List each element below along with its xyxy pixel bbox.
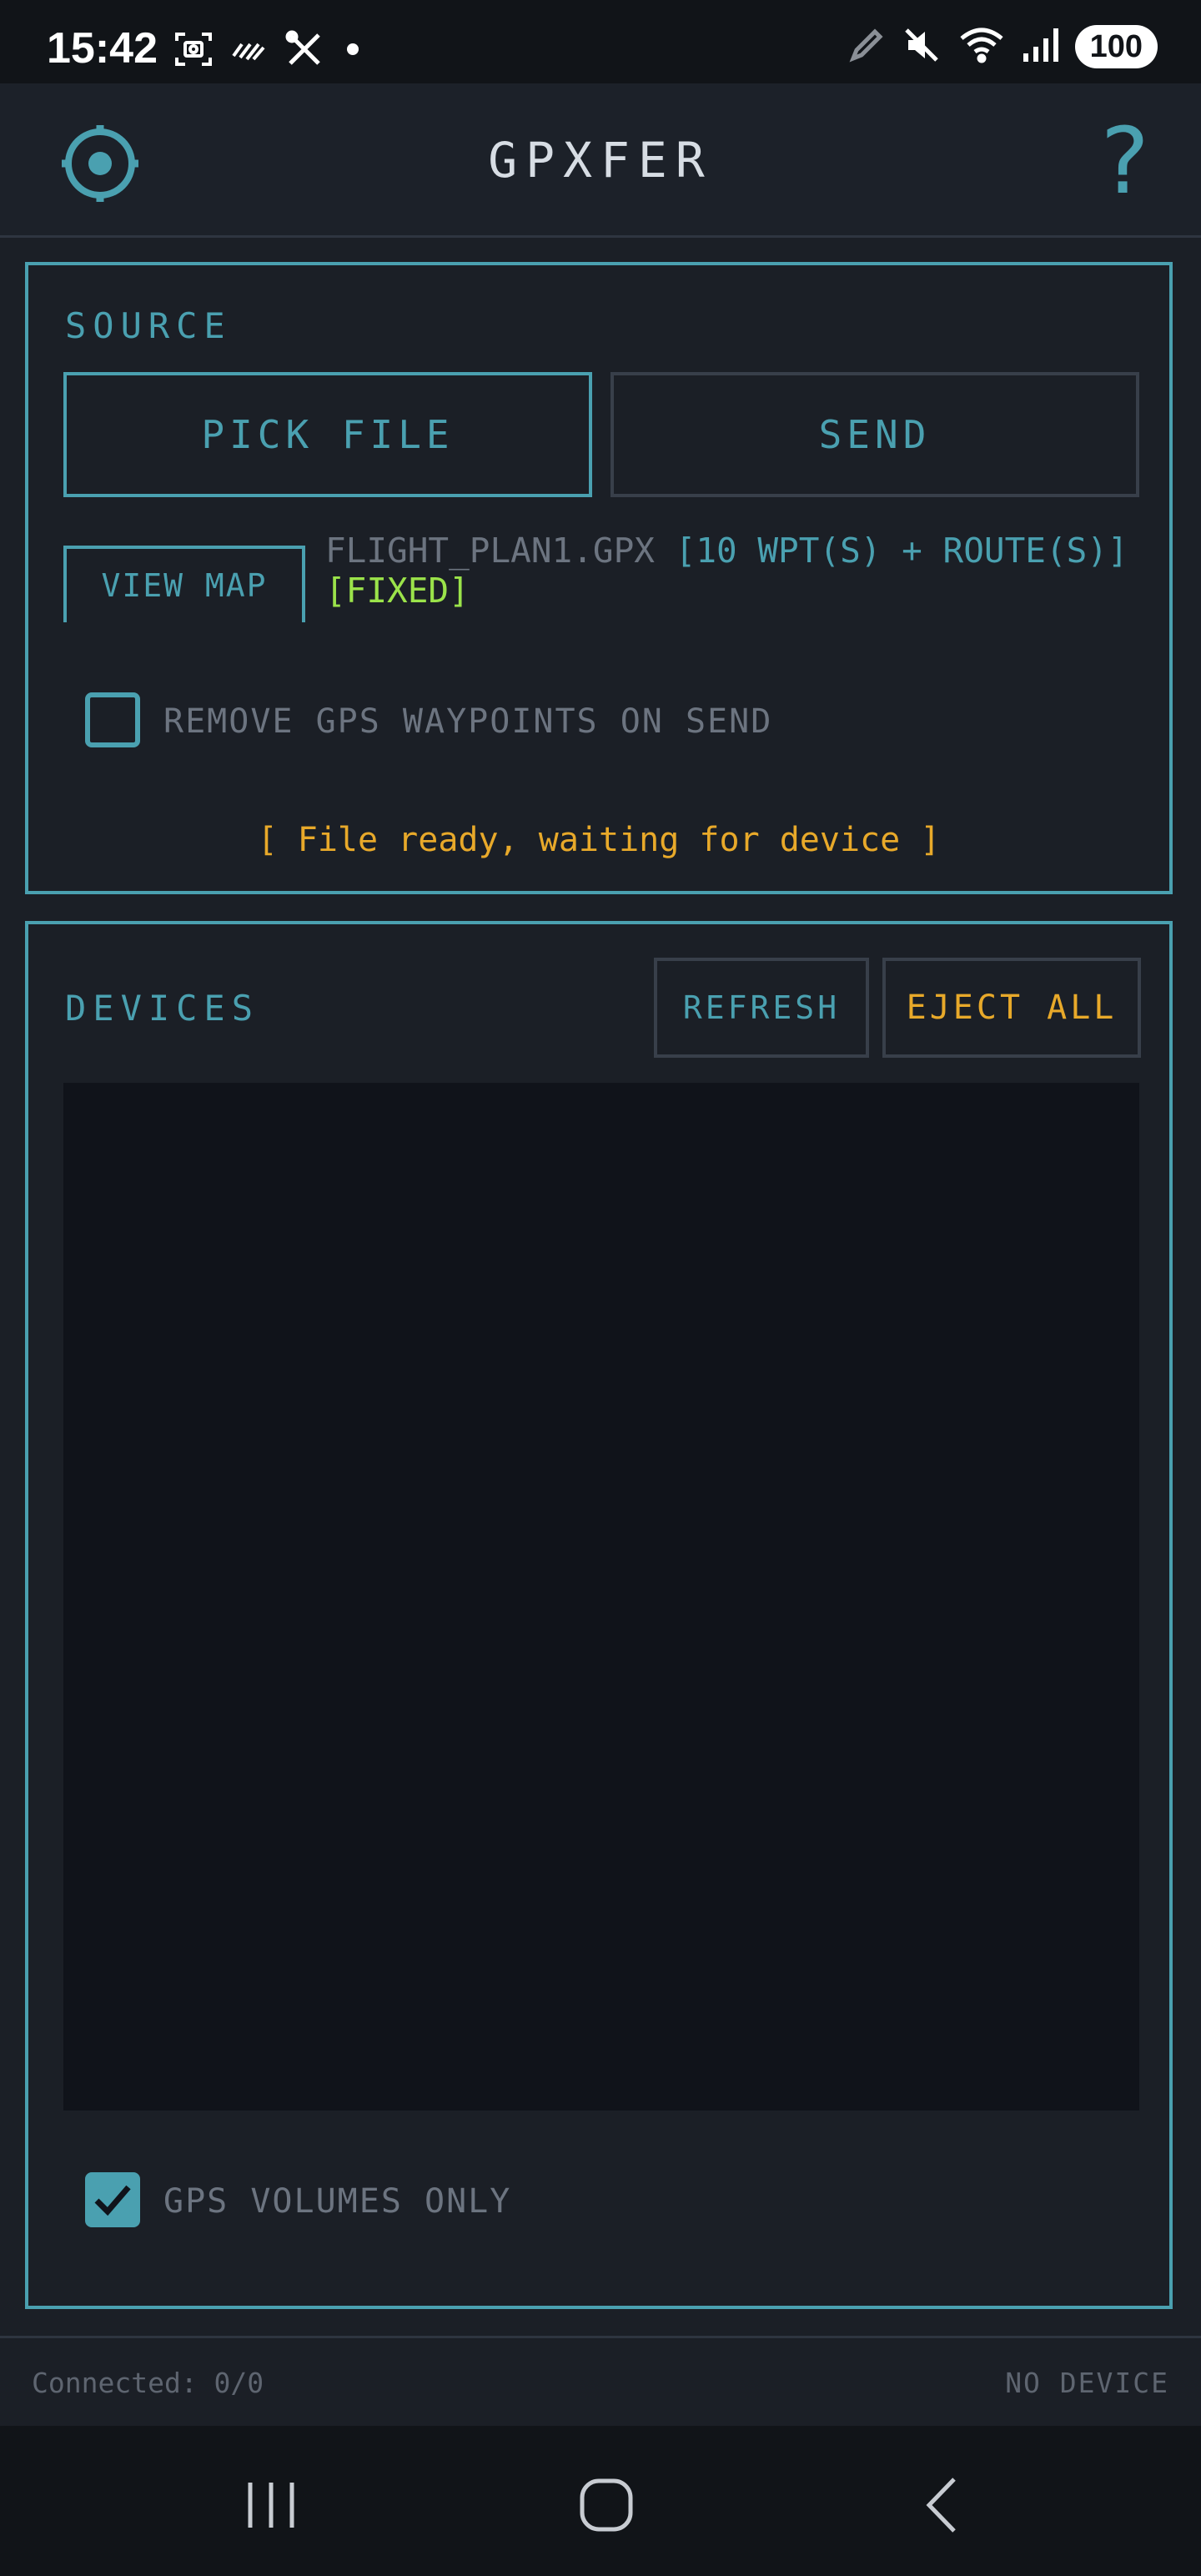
device-status: NO DEVICE [1005, 2367, 1169, 2399]
devices-panel: DEVICES REFRESH EJECT ALL GPS VOLUMES ON… [25, 921, 1173, 2309]
app-title: GPXFER [488, 132, 713, 189]
devices-section-label: DEVICES [65, 988, 260, 1029]
pick-file-button[interactable]: PICK FILE [63, 372, 592, 497]
status-right-icons: 100 [848, 25, 1158, 68]
view-map-button[interactable]: VIEW MAP [63, 546, 305, 622]
file-status-badge: [FIXED] [325, 571, 470, 611]
gps-volumes-only-checkbox[interactable] [85, 2172, 140, 2227]
connected-count: Connected: 0/0 [32, 2367, 264, 2399]
status-message: [ File ready, waiting for device ] [257, 821, 941, 859]
status-time: 15:42 [47, 24, 158, 73]
checkmark-icon [94, 2185, 131, 2216]
gps-volumes-only-label: GPS VOLUMES ONLY [163, 2182, 512, 2221]
remove-waypoints-checkbox[interactable] [85, 692, 140, 747]
tools-icon [284, 28, 325, 73]
navigation-bar [0, 2426, 1201, 2576]
recents-icon[interactable] [234, 2468, 309, 2543]
source-panel: SOURCE PICK FILE SEND VIEW MAP FLIGHT_PL… [25, 262, 1173, 894]
status-bar: 15:42 100 [0, 0, 1201, 83]
notification-dot-icon [340, 29, 365, 73]
wifi-icon [958, 25, 1005, 68]
mute-icon [902, 25, 942, 68]
battery-indicator: 100 [1074, 25, 1158, 68]
app-bar: GPXFER ? [0, 83, 1201, 238]
status-left-icons [173, 28, 365, 73]
back-icon[interactable] [906, 2468, 981, 2543]
file-info: FLIGHT_PLAN1.GPX [10 WPT(S) + ROUTE(S)] … [325, 531, 1151, 611]
signal-icon [1022, 25, 1058, 68]
home-icon[interactable] [569, 2468, 644, 2543]
help-button[interactable]: ? [1101, 115, 1149, 207]
send-button[interactable]: SEND [611, 372, 1139, 497]
pen-icon [848, 27, 885, 67]
wifi-calling-icon [229, 29, 269, 73]
refresh-button[interactable]: REFRESH [654, 958, 869, 1058]
remove-waypoints-label: REMOVE GPS WAYPOINTS ON SEND [163, 702, 773, 741]
device-list[interactable] [63, 1083, 1139, 2111]
source-section-label: SOURCE [65, 305, 232, 346]
file-meta: [10 WPT(S) + ROUTE(S)] [675, 531, 1128, 571]
file-name: FLIGHT_PLAN1.GPX [325, 531, 655, 571]
eject-all-button[interactable]: EJECT ALL [882, 958, 1141, 1058]
footer-status-bar: Connected: 0/0 NO DEVICE [0, 2336, 1201, 2428]
screenshot-icon [173, 29, 214, 73]
